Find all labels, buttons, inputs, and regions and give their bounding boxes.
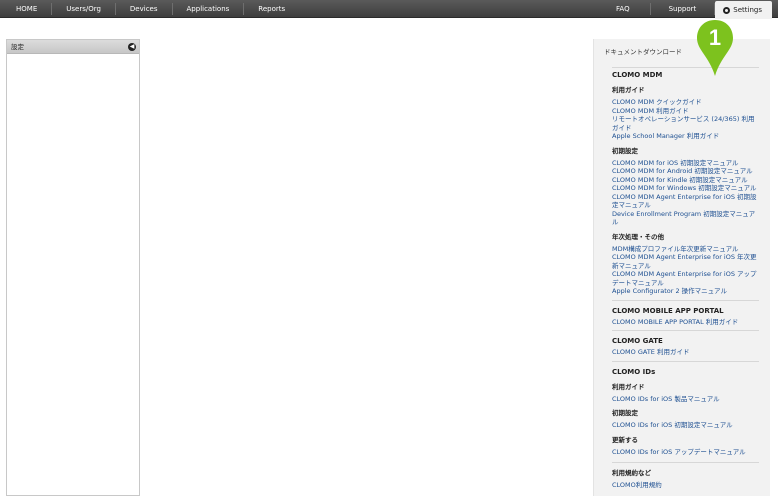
doc-link[interactable]: CLOMO MDM Agent Enterprise for iOS 初期設定マ… bbox=[612, 193, 759, 210]
settings-sidebar-title: 設定 bbox=[11, 43, 24, 51]
nav-faq[interactable]: FAQ bbox=[596, 3, 650, 15]
subhead-ids-update: 更新する bbox=[612, 435, 638, 444]
main-nav: HOME Users/Org Devices Applications Repo… bbox=[0, 0, 299, 18]
settings-sidebar: 設定 ◀ bbox=[6, 39, 140, 496]
subhead-mdm-yearly: 年次処理・その他 bbox=[612, 232, 664, 241]
doc-link[interactable]: CLOMO GATE 利用ガイド bbox=[612, 348, 759, 357]
nav-settings-label: Settings bbox=[733, 6, 762, 14]
doc-link[interactable]: CLOMO IDs for iOS アップデートマニュアル bbox=[612, 448, 759, 457]
doc-link[interactable]: CLOMO MDM 利用ガイド bbox=[612, 107, 759, 116]
doc-link[interactable]: Device Enrollment Program 初期設定マニュアル bbox=[612, 210, 759, 227]
section-clomo-mdm: CLOMO MDM bbox=[612, 71, 663, 79]
nav-devices[interactable]: Devices bbox=[116, 3, 173, 15]
nav-reports[interactable]: Reports bbox=[244, 3, 299, 15]
callout-number: 1 bbox=[709, 25, 721, 50]
nav-users-org[interactable]: Users/Org bbox=[52, 3, 116, 15]
doc-link[interactable]: CLOMO IDs for iOS 初期設定マニュアル bbox=[612, 421, 759, 430]
subhead-mdm-guide: 利用ガイド bbox=[612, 86, 645, 94]
gear-icon bbox=[723, 6, 731, 14]
callout-marker-1: 1 bbox=[697, 20, 733, 76]
section-mobile-app-portal: CLOMO MOBILE APP PORTAL bbox=[612, 299, 759, 318]
doc-link[interactable]: CLOMO MDM for Android 初期設定マニュアル bbox=[612, 167, 759, 176]
doc-link[interactable]: CLOMO MDM for Windows 初期設定マニュアル bbox=[612, 184, 759, 193]
nav-home[interactable]: HOME bbox=[0, 3, 53, 15]
document-download-panel: ドキュメントダウンロード CLOMO MDM 利用ガイド CLOMO MDM ク… bbox=[593, 39, 770, 496]
doc-link[interactable]: CLOMO MOBILE APP PORTAL 利用ガイド bbox=[612, 318, 759, 327]
doc-link[interactable]: MDM構成プロファイル年次更新マニュアル bbox=[612, 245, 759, 254]
collapse-left-icon[interactable]: ◀ bbox=[128, 43, 136, 51]
top-nav-bar: HOME Users/Org Devices Applications Repo… bbox=[0, 0, 778, 19]
doc-link[interactable]: Apple Configurator 2 操作マニュアル bbox=[612, 287, 759, 296]
utility-nav: FAQ Support Settings bbox=[596, 0, 778, 19]
section-clomo-gate: CLOMO GATE bbox=[612, 330, 759, 348]
subhead-ids-init: 初期設定 bbox=[612, 409, 638, 417]
doc-link[interactable]: CLOMO MDM for Kindle 初期設定マニュアル bbox=[612, 176, 759, 185]
nav-settings-tab[interactable]: Settings bbox=[715, 1, 772, 19]
doc-link[interactable]: リモートオペレーションサービス (24/365) 利用ガイド bbox=[612, 115, 759, 132]
nav-support[interactable]: Support bbox=[649, 3, 716, 15]
doc-link[interactable]: CLOMO利用規約 bbox=[612, 481, 759, 490]
doc-link[interactable]: CLOMO MDM Agent Enterprise for iOS アップデー… bbox=[612, 270, 759, 287]
doc-link[interactable]: CLOMO MDM Agent Enterprise for iOS 年次更新マ… bbox=[612, 253, 759, 270]
doc-link[interactable]: CLOMO IDs for iOS 製品マニュアル bbox=[612, 395, 759, 404]
section-clomo-ids: CLOMO IDs bbox=[612, 360, 759, 379]
document-list: CLOMO MDM 利用ガイド CLOMO MDM クイックガイド CLOMO … bbox=[612, 67, 759, 492]
doc-link[interactable]: Apple School Manager 利用ガイド bbox=[612, 132, 759, 141]
doc-link[interactable]: CLOMO MDM for iOS 初期設定マニュアル bbox=[612, 159, 759, 168]
subhead-terms: 利用規約など bbox=[612, 462, 759, 477]
subhead-mdm-init: 初期設定 bbox=[612, 146, 638, 155]
subhead-ids-guide: 利用ガイド bbox=[612, 382, 645, 391]
nav-applications[interactable]: Applications bbox=[173, 3, 245, 15]
settings-sidebar-header: 設定 ◀ bbox=[7, 40, 139, 54]
document-download-title: ドキュメントダウンロード bbox=[604, 48, 682, 56]
doc-link[interactable]: CLOMO MDM クイックガイド bbox=[612, 98, 759, 107]
